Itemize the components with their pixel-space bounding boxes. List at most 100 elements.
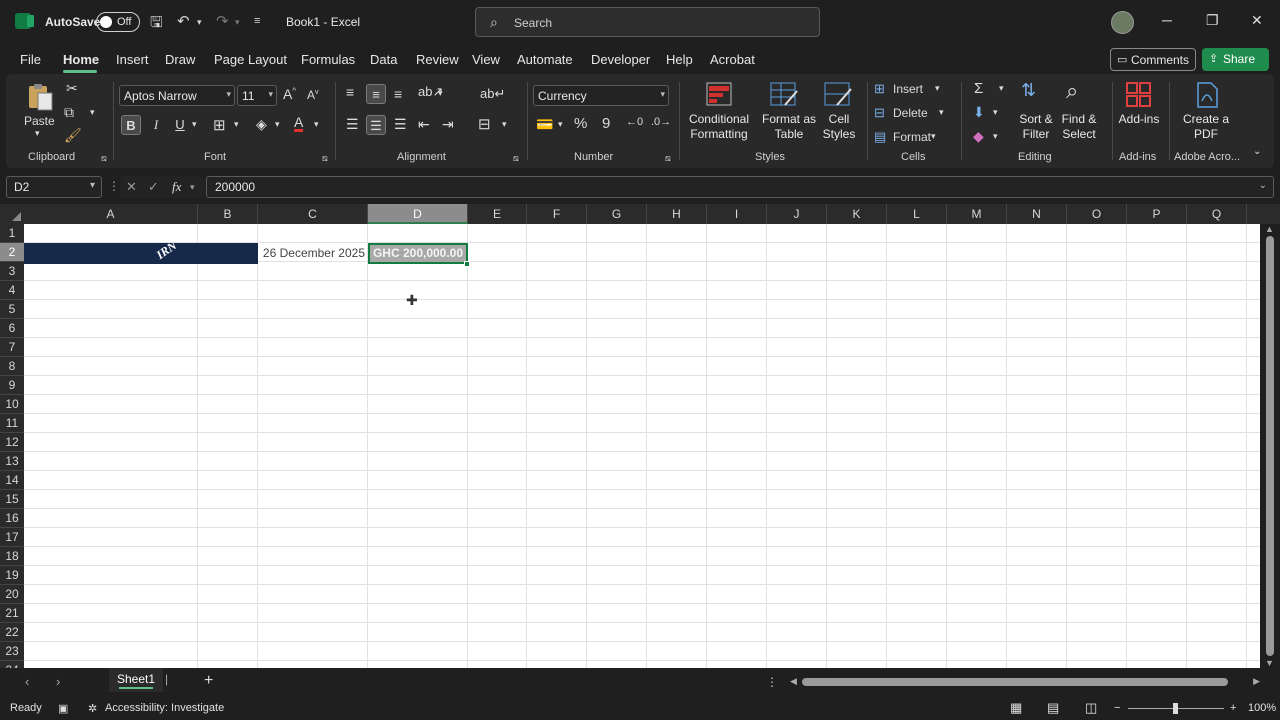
share-button[interactable]: ⇪ Share [1202, 48, 1269, 71]
delete-cells-icon[interactable]: ⊟ [874, 105, 885, 121]
orientation-dropdown-icon[interactable]: ▾ [438, 88, 443, 99]
column-header-c[interactable]: C [258, 204, 368, 224]
undo-icon[interactable]: ↶ [177, 12, 190, 30]
tab-file[interactable]: File [20, 52, 41, 67]
row-header-1[interactable]: 1 [0, 224, 24, 243]
alignment-launcher-icon[interactable]: ⧅ [513, 153, 519, 164]
row-header-19[interactable]: 19 [0, 566, 24, 585]
row-header-21[interactable]: 21 [0, 604, 24, 623]
sort-filter-icon[interactable]: ⇅ [1021, 80, 1036, 101]
column-header-m[interactable]: M [947, 204, 1007, 224]
decrease-font-icon[interactable]: Av [307, 88, 319, 102]
more-options-icon[interactable]: ⋮ [108, 179, 120, 193]
column-header-i[interactable]: I [707, 204, 767, 224]
add-ins-icon[interactable] [1125, 81, 1155, 109]
create-pdf-label[interactable]: Create a PDF [1182, 112, 1230, 142]
scroll-left-icon[interactable]: ◀ [790, 676, 797, 687]
align-right-icon[interactable]: ☰ [394, 116, 407, 133]
column-header-k[interactable]: K [827, 204, 887, 224]
fill-color-icon[interactable]: ◈ [256, 116, 267, 133]
autosum-dropdown-icon[interactable]: ▾ [999, 83, 1004, 94]
row-header-9[interactable]: 9 [0, 376, 24, 395]
format-cells-icon[interactable]: ▤ [874, 129, 886, 145]
find-select-label[interactable]: Find & Select [1056, 112, 1102, 142]
tab-view[interactable]: View [472, 52, 500, 67]
sheet-options-icon[interactable]: ⋮ [766, 675, 778, 689]
fill-handle[interactable] [464, 261, 470, 267]
row-header-16[interactable]: 16 [0, 509, 24, 528]
delete-cells-label[interactable]: Delete [893, 106, 928, 120]
tab-home[interactable]: Home [63, 52, 99, 67]
row-header-10[interactable]: 10 [0, 395, 24, 414]
tab-developer[interactable]: Developer [591, 52, 650, 67]
paste-icon[interactable] [26, 82, 56, 111]
column-header-b[interactable]: B [198, 204, 258, 224]
conditional-formatting-label[interactable]: Conditional Formatting [686, 112, 752, 142]
column-header-a[interactable]: A [24, 204, 198, 224]
row-header-7[interactable]: 7 [0, 338, 24, 357]
merge-dropdown-icon[interactable]: ▾ [502, 119, 507, 130]
accounting-format-icon[interactable]: 💳 [536, 116, 553, 133]
font-launcher-icon[interactable]: ⧅ [322, 153, 328, 164]
fill-color-dropdown-icon[interactable]: ▾ [275, 119, 280, 130]
row-header-12[interactable]: 12 [0, 433, 24, 452]
accessibility-icon[interactable]: ✲ [88, 702, 97, 715]
zoom-in-icon[interactable]: + [1230, 702, 1236, 714]
scroll-right-icon[interactable]: ▶ [1253, 676, 1260, 687]
sheet-tab-sheet1[interactable]: Sheet1 [109, 668, 163, 692]
tab-page-layout[interactable]: Page Layout [214, 52, 287, 67]
row-header-18[interactable]: 18 [0, 547, 24, 566]
copy-icon[interactable]: ⧉ [64, 104, 74, 121]
zoom-slider-thumb[interactable] [1173, 703, 1178, 714]
scroll-down-icon[interactable]: ▼ [1265, 658, 1274, 668]
clipboard-launcher-icon[interactable]: ⧅ [101, 153, 107, 164]
column-header-f[interactable]: F [527, 204, 587, 224]
find-select-icon[interactable]: ⌕ [1066, 78, 1078, 104]
next-sheet-icon[interactable]: › [56, 674, 60, 689]
page-break-view-icon[interactable]: ◫ [1085, 700, 1097, 716]
cut-icon[interactable]: ✂ [66, 80, 78, 97]
borders-dropdown-icon[interactable]: ▾ [234, 119, 239, 130]
align-center-icon[interactable]: ☰ [366, 115, 386, 135]
wrap-text-icon[interactable]: ab↵ [480, 86, 505, 102]
row-header-4[interactable]: 4 [0, 281, 24, 300]
autosum-icon[interactable]: Σ [974, 80, 983, 97]
font-color-dropdown-icon[interactable]: ▾ [314, 119, 319, 130]
underline-dropdown-icon[interactable]: ▾ [192, 119, 197, 130]
cell-styles-icon[interactable] [823, 81, 853, 109]
redo-icon[interactable]: ↷ [216, 12, 229, 30]
comments-button[interactable]: ▭ Comments [1110, 48, 1196, 71]
tab-formulas[interactable]: Formulas [301, 52, 355, 67]
column-header-q[interactable]: Q [1187, 204, 1247, 224]
tab-acrobat[interactable]: Acrobat [710, 52, 755, 67]
italic-button[interactable]: I [146, 115, 166, 135]
tab-review[interactable]: Review [416, 52, 459, 67]
conditional-formatting-icon[interactable] [705, 81, 735, 109]
font-color-icon[interactable]: A [294, 115, 304, 132]
increase-indent-icon[interactable]: ⇥ [442, 116, 454, 133]
zoom-level[interactable]: 100% [1248, 702, 1276, 714]
insert-cells-icon[interactable]: ⊞ [874, 81, 885, 97]
column-header-o[interactable]: O [1067, 204, 1127, 224]
insert-cells-label[interactable]: Insert [893, 82, 923, 96]
vertical-scroll-thumb[interactable] [1266, 236, 1274, 656]
fill-dropdown-icon[interactable]: ▾ [993, 107, 998, 118]
percent-style-icon[interactable]: % [574, 115, 587, 132]
cell-c2[interactable]: 26 December 2025 [258, 243, 368, 264]
insert-dropdown-icon[interactable]: ▾ [935, 83, 940, 94]
cancel-icon[interactable]: ✕ [126, 179, 137, 195]
row-header-5[interactable]: 5 [0, 300, 24, 319]
vertical-scrollbar[interactable]: ▲ ▼ [1260, 224, 1280, 668]
format-as-table-icon[interactable] [769, 81, 799, 109]
borders-icon[interactable]: ⊞ [213, 116, 226, 134]
column-header-e[interactable]: E [468, 204, 527, 224]
tab-data[interactable]: Data [370, 52, 397, 67]
row-header-15[interactable]: 15 [0, 490, 24, 509]
row-header-11[interactable]: 11 [0, 414, 24, 433]
cell-d2[interactable]: GHC 200,000.00 [368, 243, 468, 264]
accounting-dropdown-icon[interactable]: ▾ [558, 119, 563, 130]
row-header-17[interactable]: 17 [0, 528, 24, 547]
underline-button[interactable]: U [170, 115, 190, 135]
undo-dropdown-icon[interactable]: ▾ [197, 17, 202, 28]
close-icon[interactable]: ✕ [1251, 12, 1263, 29]
